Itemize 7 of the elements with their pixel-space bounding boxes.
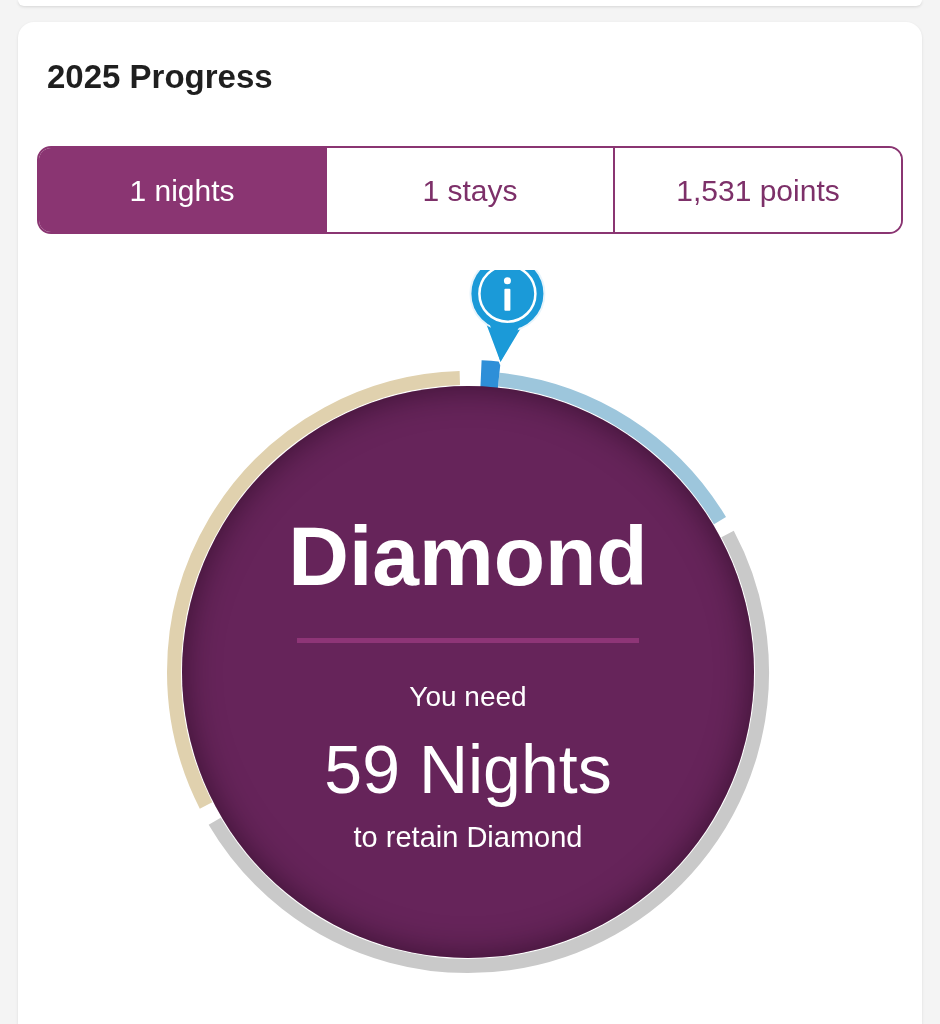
stat-tab[interactable]: 1 nights [39,148,325,232]
retain-note: to retain Diamond [353,823,583,852]
info-pin-icon[interactable] [469,270,546,366]
card-title: 2025 Progress [46,60,274,93]
needed-label: You need [409,683,527,711]
tier-name: Diamond [288,514,648,598]
stat-tab[interactable]: 1,531 points [613,148,901,232]
